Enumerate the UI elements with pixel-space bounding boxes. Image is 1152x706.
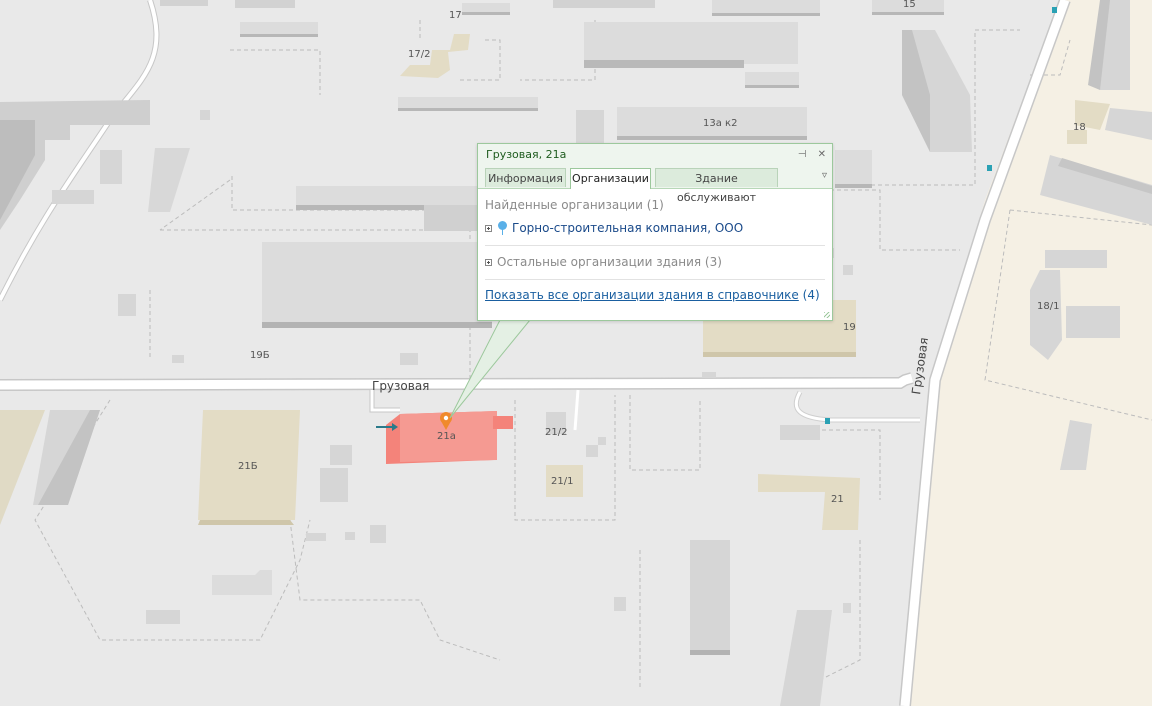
close-icon[interactable]: ✕ [818,149,826,160]
divider [485,245,825,246]
building-info-popup[interactable]: Грузовая, 21а ⊣ ✕ Информация Организации… [477,143,833,321]
building-label: 18 [1073,122,1086,133]
popup-header: Грузовая, 21а ⊣ ✕ [478,144,832,165]
street-label-vertical: Грузовая [909,337,931,396]
organization-row[interactable]: Горно-строительная компания, ООО [485,221,825,235]
tab-building-service[interactable]: Здание обслуживают [655,168,778,204]
building-label: 21/1 [551,476,573,487]
expand-icon[interactable] [485,224,492,232]
building-label: 21/2 [545,427,567,438]
building-label: 17 [449,10,462,21]
resize-handle[interactable] [824,312,830,318]
show-all-count: (4) [802,288,820,302]
building-label: 18/1 [1037,301,1059,312]
popup-body: Найденные организации (1) Горно-строител… [478,198,832,302]
show-all-row: Показать все организации здания в справо… [485,288,825,302]
map-pin-icon [497,221,508,235]
organization-name[interactable]: Горно-строительная компания, ООО [512,221,743,235]
tab-info[interactable]: Информация [485,168,566,187]
other-organizations-row[interactable]: Остальные организации здания (3) [485,255,825,269]
building-label: 13а к2 [703,118,737,129]
show-all-organizations-link[interactable]: Показать все организации здания в справо… [485,288,799,302]
building-label: 21 [831,494,844,505]
expand-icon[interactable] [485,258,492,266]
building-label: 15 [903,0,916,10]
found-organizations-title: Найденные организации (1) [485,198,664,212]
building-label: 21а [437,431,456,442]
building-label: 21Б [238,461,258,472]
other-organizations-label[interactable]: Остальные организации здания (3) [497,255,722,269]
popup-title: Грузовая, 21а [486,148,567,161]
chevron-down-icon[interactable]: ▿ [822,170,827,181]
building-label: 17/2 [408,49,430,60]
building-label: 19Б [250,350,270,361]
divider [485,279,825,280]
pin-icon[interactable]: ⊣ [798,149,807,160]
street-label-main: Грузовая [372,379,429,393]
map-canvas[interactable]: 17 15 17/2 13а к2 18 18/1 19 19Б 21а 21/… [0,0,1152,706]
building-label: 19 [843,322,856,333]
tab-organizations[interactable]: Организации [570,168,651,189]
popup-tabs: Информация Организации Здание обслуживаю… [478,165,832,204]
popup-tail [449,319,532,419]
